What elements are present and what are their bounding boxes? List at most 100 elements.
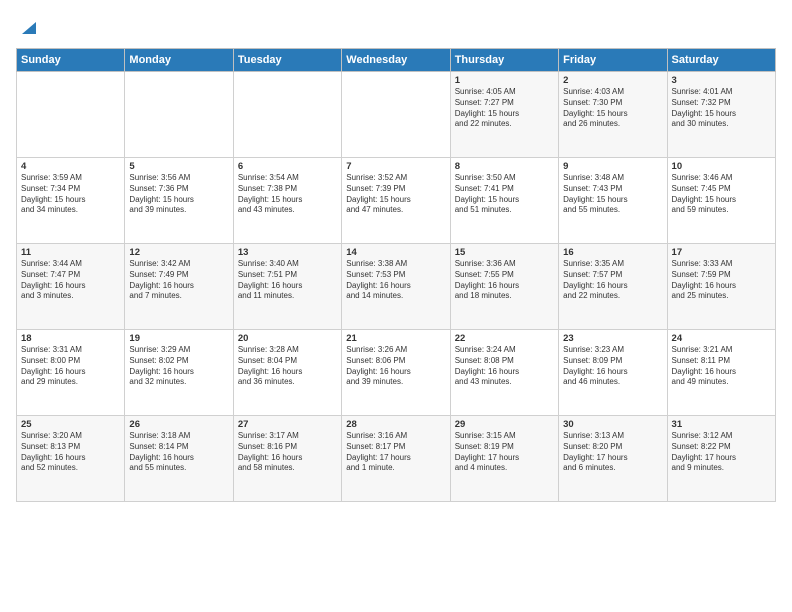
day-number: 28 [346,419,445,430]
day-info: Sunrise: 3:20 AM Sunset: 8:13 PM Dayligh… [21,431,120,474]
day-info: Sunrise: 3:44 AM Sunset: 7:47 PM Dayligh… [21,259,120,302]
calendar-cell: 24Sunrise: 3:21 AM Sunset: 8:11 PM Dayli… [667,330,775,416]
calendar-cell: 7Sunrise: 3:52 AM Sunset: 7:39 PM Daylig… [342,158,450,244]
day-info: Sunrise: 3:21 AM Sunset: 8:11 PM Dayligh… [672,345,771,388]
calendar-cell: 2Sunrise: 4:03 AM Sunset: 7:30 PM Daylig… [559,72,667,158]
calendar-cell: 9Sunrise: 3:48 AM Sunset: 7:43 PM Daylig… [559,158,667,244]
day-info: Sunrise: 3:17 AM Sunset: 8:16 PM Dayligh… [238,431,337,474]
day-info: Sunrise: 3:59 AM Sunset: 7:34 PM Dayligh… [21,173,120,216]
day-number: 12 [129,247,228,258]
day-info: Sunrise: 3:16 AM Sunset: 8:17 PM Dayligh… [346,431,445,474]
day-info: Sunrise: 3:23 AM Sunset: 8:09 PM Dayligh… [563,345,662,388]
day-number: 16 [563,247,662,258]
weekday-header-friday: Friday [559,49,667,72]
day-info: Sunrise: 3:24 AM Sunset: 8:08 PM Dayligh… [455,345,554,388]
calendar-week-4: 18Sunrise: 3:31 AM Sunset: 8:00 PM Dayli… [17,330,776,416]
logo [16,16,40,38]
day-number: 13 [238,247,337,258]
day-number: 25 [21,419,120,430]
day-info: Sunrise: 4:01 AM Sunset: 7:32 PM Dayligh… [672,87,771,130]
calendar-week-2: 4Sunrise: 3:59 AM Sunset: 7:34 PM Daylig… [17,158,776,244]
day-number: 19 [129,333,228,344]
day-info: Sunrise: 4:03 AM Sunset: 7:30 PM Dayligh… [563,87,662,130]
calendar-cell: 27Sunrise: 3:17 AM Sunset: 8:16 PM Dayli… [233,416,341,502]
weekday-header-row: SundayMondayTuesdayWednesdayThursdayFrid… [17,49,776,72]
day-number: 21 [346,333,445,344]
calendar-cell: 31Sunrise: 3:12 AM Sunset: 8:22 PM Dayli… [667,416,775,502]
day-number: 8 [455,161,554,172]
day-number: 14 [346,247,445,258]
calendar-cell: 8Sunrise: 3:50 AM Sunset: 7:41 PM Daylig… [450,158,558,244]
calendar-cell: 1Sunrise: 4:05 AM Sunset: 7:27 PM Daylig… [450,72,558,158]
calendar-cell: 19Sunrise: 3:29 AM Sunset: 8:02 PM Dayli… [125,330,233,416]
day-info: Sunrise: 3:31 AM Sunset: 8:00 PM Dayligh… [21,345,120,388]
day-info: Sunrise: 3:54 AM Sunset: 7:38 PM Dayligh… [238,173,337,216]
day-info: Sunrise: 3:15 AM Sunset: 8:19 PM Dayligh… [455,431,554,474]
calendar-cell [233,72,341,158]
calendar-cell: 18Sunrise: 3:31 AM Sunset: 8:00 PM Dayli… [17,330,125,416]
calendar-cell: 3Sunrise: 4:01 AM Sunset: 7:32 PM Daylig… [667,72,775,158]
day-number: 6 [238,161,337,172]
day-info: Sunrise: 3:56 AM Sunset: 7:36 PM Dayligh… [129,173,228,216]
calendar-cell: 16Sunrise: 3:35 AM Sunset: 7:57 PM Dayli… [559,244,667,330]
day-info: Sunrise: 3:52 AM Sunset: 7:39 PM Dayligh… [346,173,445,216]
calendar-cell: 28Sunrise: 3:16 AM Sunset: 8:17 PM Dayli… [342,416,450,502]
day-number: 31 [672,419,771,430]
day-number: 18 [21,333,120,344]
day-number: 24 [672,333,771,344]
day-number: 22 [455,333,554,344]
weekday-header-monday: Monday [125,49,233,72]
weekday-header-wednesday: Wednesday [342,49,450,72]
day-info: Sunrise: 3:26 AM Sunset: 8:06 PM Dayligh… [346,345,445,388]
calendar-cell [342,72,450,158]
day-info: Sunrise: 4:05 AM Sunset: 7:27 PM Dayligh… [455,87,554,130]
weekday-header-tuesday: Tuesday [233,49,341,72]
calendar-cell: 30Sunrise: 3:13 AM Sunset: 8:20 PM Dayli… [559,416,667,502]
calendar-cell: 26Sunrise: 3:18 AM Sunset: 8:14 PM Dayli… [125,416,233,502]
day-number: 15 [455,247,554,258]
day-info: Sunrise: 3:50 AM Sunset: 7:41 PM Dayligh… [455,173,554,216]
weekday-header-sunday: Sunday [17,49,125,72]
calendar-page: SundayMondayTuesdayWednesdayThursdayFrid… [0,0,792,612]
day-info: Sunrise: 3:13 AM Sunset: 8:20 PM Dayligh… [563,431,662,474]
day-info: Sunrise: 3:35 AM Sunset: 7:57 PM Dayligh… [563,259,662,302]
calendar-cell: 21Sunrise: 3:26 AM Sunset: 8:06 PM Dayli… [342,330,450,416]
day-info: Sunrise: 3:36 AM Sunset: 7:55 PM Dayligh… [455,259,554,302]
day-info: Sunrise: 3:48 AM Sunset: 7:43 PM Dayligh… [563,173,662,216]
day-info: Sunrise: 3:42 AM Sunset: 7:49 PM Dayligh… [129,259,228,302]
calendar-cell: 6Sunrise: 3:54 AM Sunset: 7:38 PM Daylig… [233,158,341,244]
calendar-cell: 17Sunrise: 3:33 AM Sunset: 7:59 PM Dayli… [667,244,775,330]
day-info: Sunrise: 3:33 AM Sunset: 7:59 PM Dayligh… [672,259,771,302]
calendar-cell: 5Sunrise: 3:56 AM Sunset: 7:36 PM Daylig… [125,158,233,244]
day-info: Sunrise: 3:18 AM Sunset: 8:14 PM Dayligh… [129,431,228,474]
header [16,16,776,38]
day-number: 17 [672,247,771,258]
day-number: 1 [455,75,554,86]
calendar-cell [125,72,233,158]
day-number: 20 [238,333,337,344]
day-info: Sunrise: 3:40 AM Sunset: 7:51 PM Dayligh… [238,259,337,302]
weekday-header-saturday: Saturday [667,49,775,72]
day-info: Sunrise: 3:12 AM Sunset: 8:22 PM Dayligh… [672,431,771,474]
calendar-week-1: 1Sunrise: 4:05 AM Sunset: 7:27 PM Daylig… [17,72,776,158]
calendar-cell: 11Sunrise: 3:44 AM Sunset: 7:47 PM Dayli… [17,244,125,330]
day-info: Sunrise: 3:38 AM Sunset: 7:53 PM Dayligh… [346,259,445,302]
day-number: 9 [563,161,662,172]
calendar-cell: 4Sunrise: 3:59 AM Sunset: 7:34 PM Daylig… [17,158,125,244]
calendar-cell: 10Sunrise: 3:46 AM Sunset: 7:45 PM Dayli… [667,158,775,244]
calendar-cell: 23Sunrise: 3:23 AM Sunset: 8:09 PM Dayli… [559,330,667,416]
calendar-cell: 22Sunrise: 3:24 AM Sunset: 8:08 PM Dayli… [450,330,558,416]
day-info: Sunrise: 3:28 AM Sunset: 8:04 PM Dayligh… [238,345,337,388]
calendar-cell: 15Sunrise: 3:36 AM Sunset: 7:55 PM Dayli… [450,244,558,330]
calendar-cell: 29Sunrise: 3:15 AM Sunset: 8:19 PM Dayli… [450,416,558,502]
calendar-cell: 13Sunrise: 3:40 AM Sunset: 7:51 PM Dayli… [233,244,341,330]
calendar-cell: 12Sunrise: 3:42 AM Sunset: 7:49 PM Dayli… [125,244,233,330]
calendar-cell: 25Sunrise: 3:20 AM Sunset: 8:13 PM Dayli… [17,416,125,502]
day-number: 3 [672,75,771,86]
day-number: 27 [238,419,337,430]
calendar-body: 1Sunrise: 4:05 AM Sunset: 7:27 PM Daylig… [17,72,776,502]
weekday-header-thursday: Thursday [450,49,558,72]
calendar-cell: 20Sunrise: 3:28 AM Sunset: 8:04 PM Dayli… [233,330,341,416]
day-number: 7 [346,161,445,172]
day-number: 30 [563,419,662,430]
